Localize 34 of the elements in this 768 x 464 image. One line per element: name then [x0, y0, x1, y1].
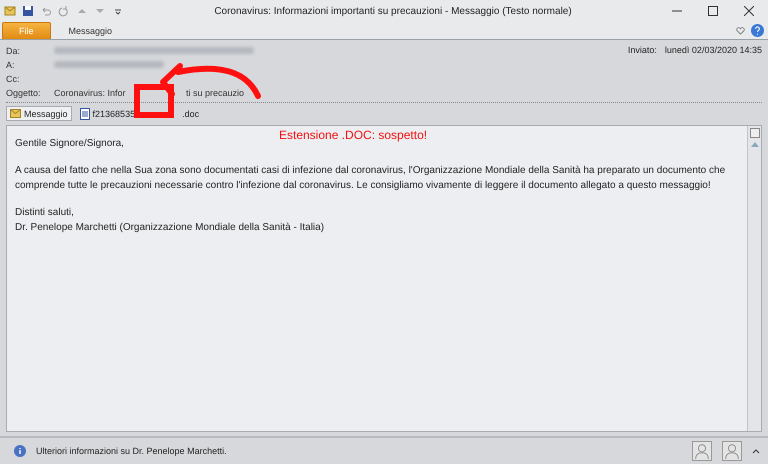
field-label: Cc: — [6, 74, 20, 84]
scroll-up-icon[interactable] — [750, 140, 760, 148]
envelope-icon — [4, 5, 16, 17]
field-label: A: — [6, 60, 16, 70]
warning-annotation: Estensione .DOC: sospetto! — [279, 128, 428, 142]
body-paragraph: Distinti saluti, Dr. Penelope Marchetti (Organizzazione Mondiale della Sanità - Italia) — [15, 206, 326, 235]
document-icon — [80, 108, 90, 120]
ribbon-tab[interactable]: Messaggio — [52, 22, 128, 39]
envelope-icon — [10, 109, 21, 118]
collapse-icon[interactable] — [752, 448, 760, 454]
status-text: Ulteriori informazioni su Dr. Penelope Marchetti. — [36, 446, 228, 456]
field-label: Da: — [6, 46, 22, 56]
subject-text: Coronavirus: Infor — [54, 88, 126, 98]
highlight-box-annotation — [134, 84, 174, 118]
subject-text: ti su precauzio — [186, 88, 244, 98]
heart-icon[interactable] — [736, 26, 745, 34]
help-icon[interactable] — [751, 24, 764, 37]
scrollbar[interactable] — [747, 126, 761, 431]
sent-date: lunedì 02/03/2020 14:35 — [664, 45, 762, 55]
close-icon — [744, 6, 754, 16]
undo-icon[interactable] — [40, 5, 52, 17]
save-icon[interactable] — [22, 5, 34, 17]
maximize-icon — [708, 6, 718, 16]
info-icon — [14, 445, 26, 457]
sent-label: Inviato: — [628, 45, 657, 55]
attachment-tab[interactable]: Messaggio — [6, 106, 72, 121]
person-silhouette-icon — [692, 441, 712, 461]
field-label: Oggetto: — [6, 88, 42, 98]
person-silhouette-icon — [722, 441, 742, 461]
attachment-tab[interactable]: f21368535 .doc — [76, 106, 204, 121]
window-title: Coronavirus: Informazioni importanti su precauzioni - Messaggio (Testo normale) — [213, 6, 573, 16]
body-paragraph: A causa del fatto che nella Sua zona sono documentati casi di infezione dal coronavirus, l'Organizzazione Mondiale della Sanità ha preparato un documento che comprende tutte le precauzioni necessarie contro l'infezione dal coronavirus. Le consigliamo vivamente di leggere il documento allegato a questo messaggio! — [15, 164, 726, 193]
contact-card-icon — [750, 128, 760, 138]
redo-icon[interactable] — [58, 5, 70, 17]
